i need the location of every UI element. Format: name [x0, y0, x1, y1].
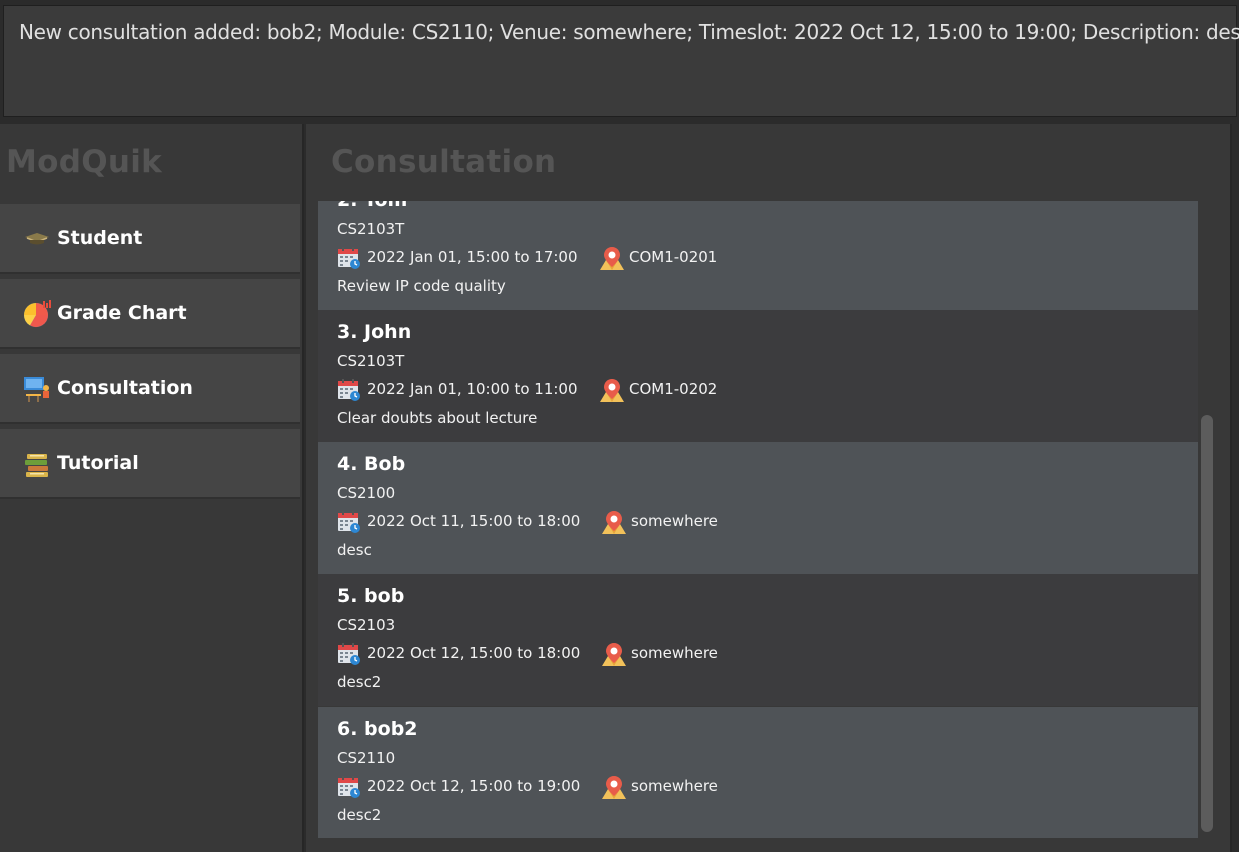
consultation-venue: somewhere — [631, 777, 718, 795]
consultation-title: 2. Tom — [337, 201, 407, 211]
map-pin-icon — [600, 379, 624, 402]
consultation-module: CS2103T — [337, 352, 405, 370]
consultation-title: 3. John — [337, 321, 412, 343]
sidebar-item-label: Grade Chart — [57, 302, 187, 324]
consultation-module: CS2100 — [337, 484, 396, 502]
consultation-timeslot: 2022 Oct 11, 15:00 to 18:00 — [367, 512, 581, 530]
consultation-venue: somewhere — [631, 512, 718, 530]
consultation-timeslot: 2022 Oct 12, 15:00 to 18:00 — [367, 644, 581, 662]
consultation-timeslot: 2022 Jan 01, 10:00 to 11:00 — [367, 380, 578, 398]
consultation-title: 4. Bob — [337, 453, 406, 475]
consultation-title: 6. bob2 — [337, 718, 418, 740]
sidebar-item-label: Consultation — [57, 377, 193, 399]
map-pin-icon — [600, 247, 624, 270]
consultation-venue: somewhere — [631, 644, 718, 662]
pie-chart-icon — [23, 300, 51, 328]
app-title: ModQuik — [6, 144, 163, 180]
sidebar-item-label: Tutorial — [57, 452, 139, 474]
consultation-timeslot: 2022 Jan 01, 15:00 to 17:00 — [367, 248, 578, 266]
consultation-venue: COM1-0201 — [629, 248, 718, 266]
result-message: New consultation added: bob2; Module: CS… — [19, 20, 1239, 44]
consultation-module: CS2103 — [337, 616, 396, 634]
sidebar-item-student[interactable]: Student — [0, 204, 300, 274]
consultation-list[interactable]: 2. Tom CS2103T 2022 Jan 01, 15:00 to 17:… — [318, 201, 1198, 838]
consultation-timeslot: 2022 Oct 12, 15:00 to 19:00 — [367, 777, 581, 795]
consultation-description: Clear doubts about lecture — [337, 409, 538, 427]
consultation-card[interactable]: 2. Tom CS2103T 2022 Jan 01, 15:00 to 17:… — [318, 201, 1198, 310]
consultation-card[interactable]: 5. bob CS2103 2022 Oct 12, 15:00 to 18:0… — [318, 574, 1198, 706]
books-icon — [25, 454, 48, 477]
graduation-cap-icon — [25, 233, 49, 245]
sidebar-item-consultation[interactable]: Consultation — [0, 354, 300, 424]
consultation-description: Review IP code quality — [337, 277, 506, 295]
consultation-description: desc2 — [337, 806, 382, 824]
calendar-icon — [338, 643, 360, 665]
consultation-title: 5. bob — [337, 585, 405, 607]
consultation-card[interactable]: 3. John CS2103T 2022 Jan 01, 10:00 to 11… — [318, 310, 1198, 442]
calendar-icon — [338, 776, 360, 798]
calendar-icon — [338, 379, 360, 401]
map-pin-icon — [602, 643, 626, 666]
map-pin-icon — [602, 511, 626, 534]
sidebar-item-tutorial[interactable]: Tutorial — [0, 429, 300, 499]
map-pin-icon — [602, 776, 626, 799]
consultation-module: CS2103T — [337, 220, 405, 238]
consultation-description: desc — [337, 541, 372, 559]
page-title: Consultation — [331, 144, 557, 180]
sidebar-item-grade-chart[interactable]: Grade Chart — [0, 279, 300, 349]
main-panel: Consultation 2. Tom CS2103T 2022 Jan 01,… — [306, 124, 1232, 852]
sidebar-item-label: Student — [57, 227, 143, 249]
consultation-card[interactable]: 4. Bob CS2100 2022 Oct 11, 15:00 to 18:0… — [318, 442, 1198, 574]
calendar-icon — [338, 511, 360, 533]
calendar-icon — [338, 247, 360, 269]
scrollbar[interactable] — [1201, 201, 1215, 838]
result-display: New consultation added: bob2; Module: CS… — [3, 5, 1239, 117]
consultation-venue: COM1-0202 — [629, 380, 718, 398]
sidebar: ModQuik Student Grade Chart Consultation… — [0, 124, 304, 852]
consultation-card[interactable]: 6. bob2 CS2110 2022 Oct 12, 15:00 to 19:… — [318, 707, 1198, 838]
presentation-board-icon — [24, 377, 49, 402]
consultation-description: desc2 — [337, 673, 382, 691]
consultation-module: CS2110 — [337, 749, 396, 767]
scrollbar-thumb[interactable] — [1201, 415, 1213, 832]
